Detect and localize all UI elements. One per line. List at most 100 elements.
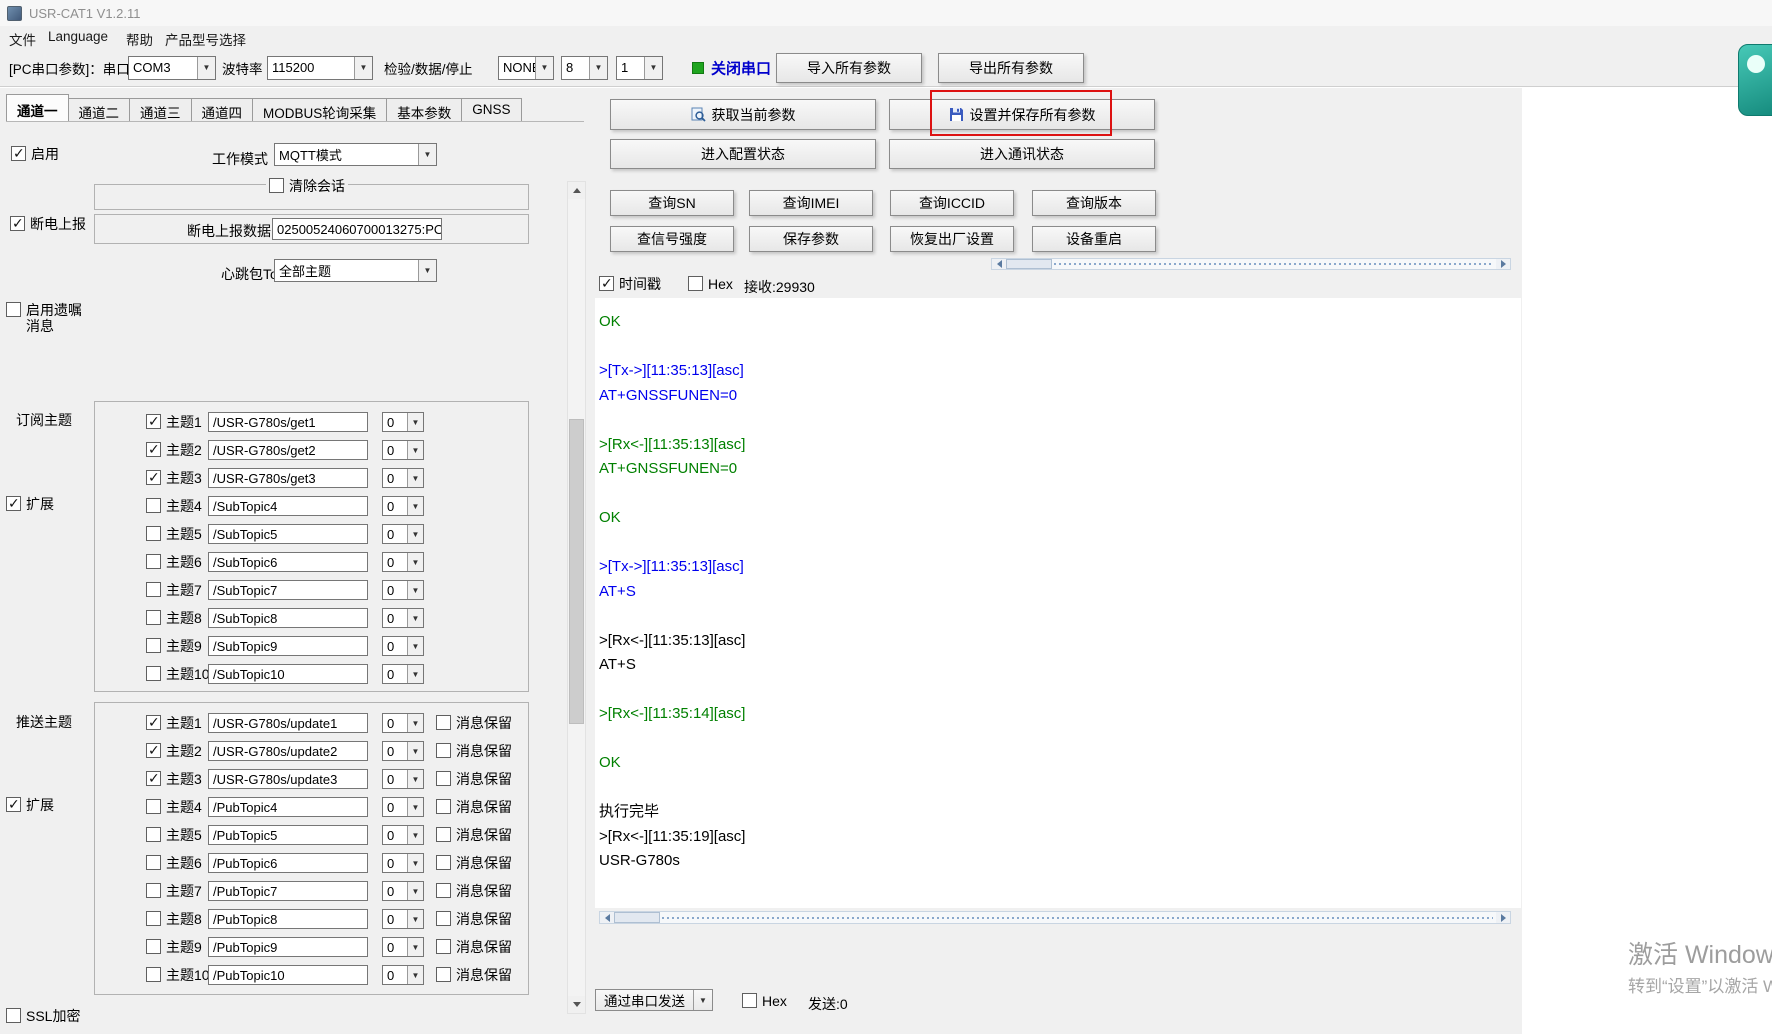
topic-enable-checkbox[interactable]: 主题10 (146, 967, 210, 983)
get-current-params-button[interactable]: 获取当前参数 (610, 99, 876, 130)
topic-enable-checkbox[interactable]: 主题10 (146, 666, 210, 682)
device-restart-button[interactable]: 设备重启 (1032, 226, 1156, 252)
recv-hex-checkbox[interactable]: Hex (688, 276, 733, 292)
menu-help[interactable]: 帮助 (126, 29, 153, 49)
topic-input[interactable]: /USR-G780s/update2 (208, 741, 368, 761)
save-params-button[interactable]: 保存参数 (749, 226, 873, 252)
qos-select[interactable]: 0▼ (382, 552, 424, 572)
qos-select[interactable]: 0▼ (382, 881, 424, 901)
subscribe-extend-checkbox[interactable]: 扩展 (6, 496, 54, 512)
port-select[interactable]: COM3 ▼ (128, 56, 216, 80)
left-panel-scrollbar[interactable] (567, 181, 586, 1014)
power-report-data-input[interactable]: 02500524060700013275:PO (272, 218, 442, 240)
scrollbar-thumb[interactable] (1006, 259, 1052, 269)
qos-select[interactable]: 0▼ (382, 825, 424, 845)
qos-select[interactable]: 0▼ (382, 965, 424, 985)
topic-enable-checkbox[interactable]: 主题1 (146, 715, 202, 731)
topic-enable-checkbox[interactable]: 主题5 (146, 827, 202, 843)
scrollbar-track[interactable] (1006, 259, 1496, 269)
scrollbar-track[interactable] (614, 912, 1496, 923)
qos-select[interactable]: 0▼ (382, 440, 424, 460)
databits-select[interactable]: 8 ▼ (561, 56, 608, 80)
query-imei-button[interactable]: 查询IMEI (749, 190, 873, 216)
topic-enable-checkbox[interactable]: 主题8 (146, 610, 202, 626)
topic-enable-checkbox[interactable]: 主题4 (146, 799, 202, 815)
import-all-params-button[interactable]: 导入所有参数 (776, 53, 922, 83)
enter-config-state-button[interactable]: 进入配置状态 (610, 139, 876, 169)
qos-select[interactable]: 0▼ (382, 496, 424, 516)
tab-modbus-poll[interactable]: MODBUS轮询采集 (252, 98, 387, 122)
topic-input[interactable]: /PubTopic8 (208, 909, 368, 929)
topic-input[interactable]: /USR-G780s/get3 (208, 468, 368, 488)
tab-channel-3[interactable]: 通道三 (129, 98, 192, 122)
query-signal-button[interactable]: 查信号强度 (610, 226, 734, 252)
scroll-left-icon[interactable] (992, 259, 1006, 269)
query-iccid-button[interactable]: 查询ICCID (890, 190, 1014, 216)
qos-select[interactable]: 0▼ (382, 741, 424, 761)
retain-checkbox[interactable]: 消息保留 (436, 883, 512, 899)
log-top-scrollbar[interactable] (991, 258, 1511, 270)
clear-session-checkbox[interactable]: 清除会话 (266, 178, 348, 194)
topic-input[interactable]: /PubTopic9 (208, 937, 368, 957)
log-bottom-scrollbar[interactable] (599, 911, 1511, 924)
topic-enable-checkbox[interactable]: 主题2 (146, 442, 202, 458)
retain-checkbox[interactable]: 消息保留 (436, 799, 512, 815)
tab-gnss[interactable]: GNSS (461, 98, 521, 122)
topic-enable-checkbox[interactable]: 主题6 (146, 855, 202, 871)
retain-checkbox[interactable]: 消息保留 (436, 911, 512, 927)
will-message-checkbox[interactable]: 启用遗嘱消息 (6, 302, 88, 334)
scroll-down-icon[interactable] (568, 996, 585, 1013)
topic-enable-checkbox[interactable]: 主题8 (146, 911, 202, 927)
publish-extend-checkbox[interactable]: 扩展 (6, 797, 54, 813)
qos-select[interactable]: 0▼ (382, 797, 424, 817)
query-sn-button[interactable]: 查询SN (610, 190, 734, 216)
qos-select[interactable]: 0▼ (382, 468, 424, 488)
tab-basic-params[interactable]: 基本参数 (386, 98, 462, 122)
menu-file[interactable]: 文件 (9, 29, 36, 49)
topic-enable-checkbox[interactable]: 主题3 (146, 771, 202, 787)
topic-enable-checkbox[interactable]: 主题9 (146, 939, 202, 955)
work-mode-select[interactable]: MQTT模式 ▼ (274, 143, 437, 166)
topic-input[interactable]: /SubTopic4 (208, 496, 368, 516)
heartbeat-topic-select[interactable]: 全部主题 ▼ (274, 259, 437, 282)
timestamp-checkbox[interactable]: 时间戳 (599, 276, 661, 292)
scrollbar-thumb[interactable] (614, 912, 660, 923)
topic-input[interactable]: /PubTopic6 (208, 853, 368, 873)
ssl-checkbox[interactable]: SSL加密 (6, 1008, 80, 1024)
qos-select[interactable]: 0▼ (382, 664, 424, 684)
topic-input[interactable]: /PubTopic4 (208, 797, 368, 817)
retain-checkbox[interactable]: 消息保留 (436, 743, 512, 759)
qos-select[interactable]: 0▼ (382, 769, 424, 789)
close-port-button[interactable]: 关闭串口 (711, 57, 771, 78)
scroll-right-icon[interactable] (1496, 912, 1510, 923)
topic-input[interactable]: /SubTopic5 (208, 524, 368, 544)
qos-select[interactable]: 0▼ (382, 909, 424, 929)
topic-input[interactable]: /SubTopic8 (208, 608, 368, 628)
topic-enable-checkbox[interactable]: 主题4 (146, 498, 202, 514)
enable-checkbox[interactable]: 启用 (11, 146, 59, 162)
topic-enable-checkbox[interactable]: 主题6 (146, 554, 202, 570)
topic-enable-checkbox[interactable]: 主题3 (146, 470, 202, 486)
scroll-left-icon[interactable] (600, 912, 614, 923)
qos-select[interactable]: 0▼ (382, 608, 424, 628)
retain-checkbox[interactable]: 消息保留 (436, 939, 512, 955)
send-via-serial-button[interactable]: 通过串口发送 ▼ (595, 989, 713, 1011)
qos-select[interactable]: 0▼ (382, 524, 424, 544)
topic-enable-checkbox[interactable]: 主题5 (146, 526, 202, 542)
power-report-checkbox[interactable]: 断电上报 (10, 216, 86, 232)
enter-comm-state-button[interactable]: 进入通讯状态 (889, 139, 1155, 169)
qos-select[interactable]: 0▼ (382, 580, 424, 600)
floating-assistant-icon[interactable] (1738, 44, 1772, 116)
topic-input[interactable]: /SubTopic9 (208, 636, 368, 656)
menu-product-model[interactable]: 产品型号选择 (165, 29, 246, 49)
topic-enable-checkbox[interactable]: 主题2 (146, 743, 202, 759)
tab-channel-4[interactable]: 通道四 (191, 98, 254, 122)
topic-input[interactable]: /USR-G780s/update1 (208, 713, 368, 733)
tab-channel-2[interactable]: 通道二 (68, 98, 131, 122)
topic-input[interactable]: /SubTopic6 (208, 552, 368, 572)
topic-input[interactable]: /PubTopic5 (208, 825, 368, 845)
qos-select[interactable]: 0▼ (382, 412, 424, 432)
scroll-up-icon[interactable] (568, 182, 585, 199)
retain-checkbox[interactable]: 消息保留 (436, 827, 512, 843)
topic-input[interactable]: /SubTopic10 (208, 664, 368, 684)
